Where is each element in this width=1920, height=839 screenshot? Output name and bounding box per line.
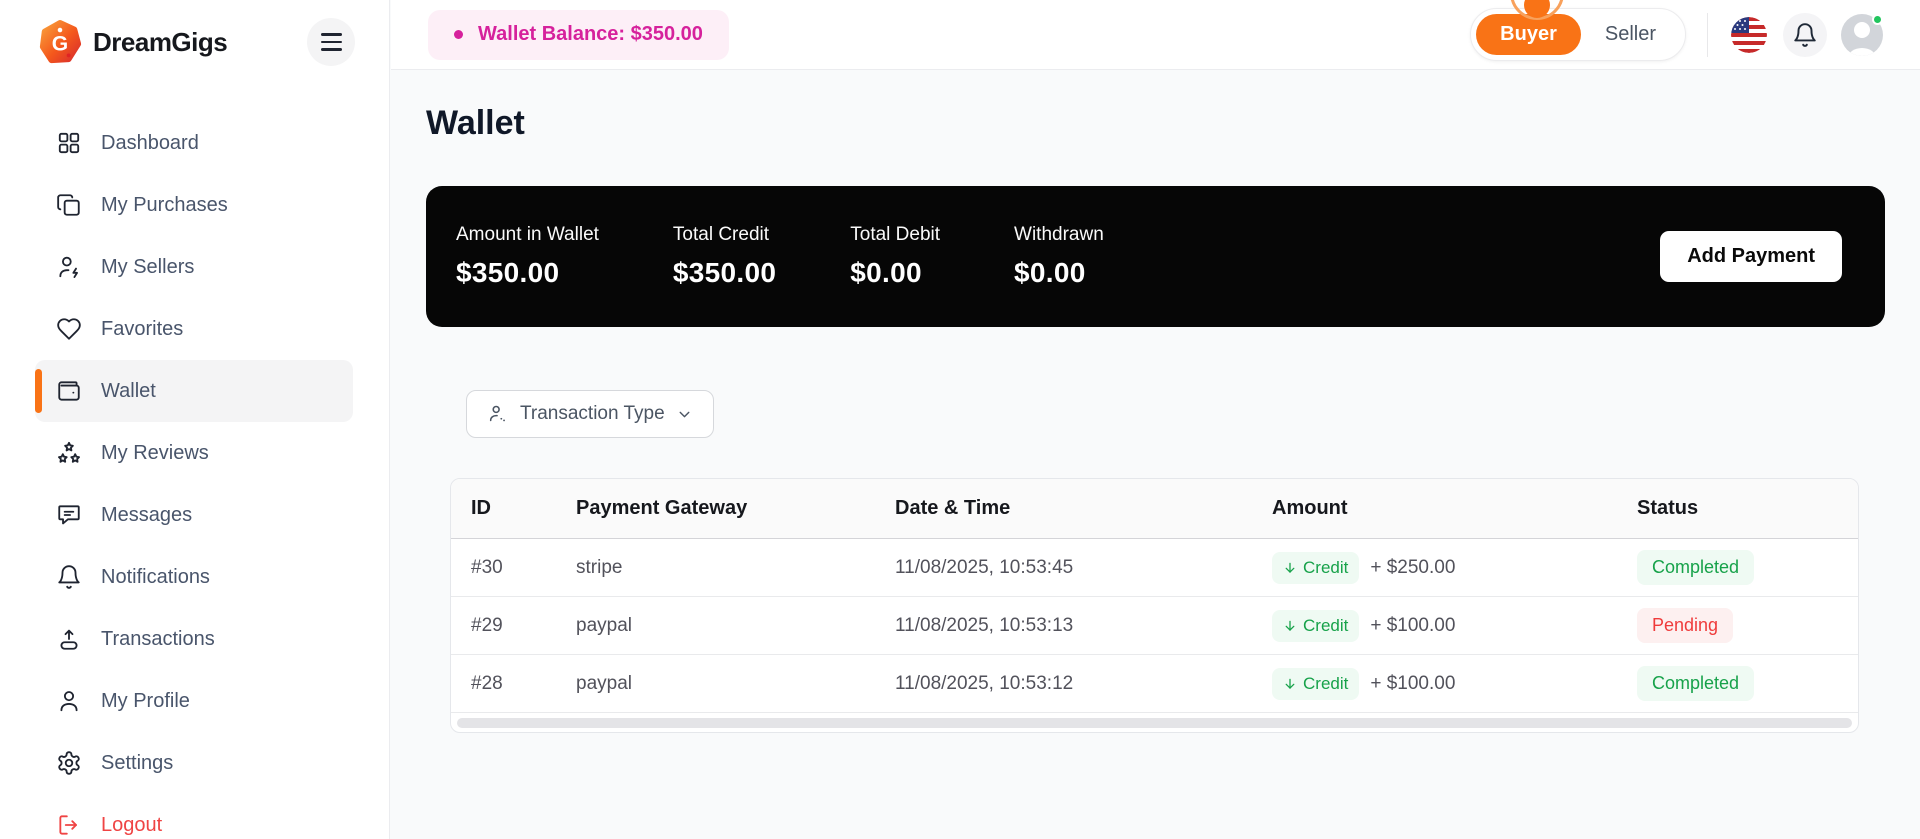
column-header-id: ID — [471, 497, 491, 519]
arrow-down-icon — [1285, 620, 1295, 631]
sidebar-item-dashboard[interactable]: Dashboard — [35, 112, 353, 174]
wallet-stat: Amount in Wallet $350.00 — [456, 224, 599, 288]
sidebar-logo-row: G DreamGigs — [0, 0, 389, 84]
seller-button[interactable]: Seller — [1581, 14, 1680, 55]
sidebar: G DreamGigs Dashboard My Purchases My Se… — [0, 0, 390, 839]
header-right-cluster: Buyer Seller — [1470, 0, 1883, 61]
cell-datetime: 11/08/2025, 10:53:13 — [895, 614, 1074, 636]
filter-label: Transaction Type — [520, 403, 665, 424]
credit-badge: Credit — [1272, 551, 1360, 584]
header-divider — [1707, 12, 1708, 57]
dashboard-grid-icon — [56, 130, 82, 156]
gear-icon — [56, 750, 82, 776]
main-content: Wallet Amount in Wallet $350.00 Total Cr… — [391, 70, 1920, 839]
cell-gateway: paypal — [576, 614, 632, 636]
wallet-stat: Withdrawn $0.00 — [1014, 224, 1104, 288]
table-row: #30 stripe 11/08/2025, 10:53:45 Credit +… — [451, 539, 1858, 597]
table-body: #30 stripe 11/08/2025, 10:53:45 Credit +… — [451, 539, 1858, 713]
column-header-status: Status — [1637, 497, 1699, 519]
user-avatar[interactable] — [1841, 13, 1883, 56]
us-flag-icon[interactable] — [1731, 16, 1767, 53]
stats-row: Amount in Wallet $350.00 Total Credit $3… — [456, 224, 1104, 289]
review-stars-icon — [56, 440, 82, 466]
hamburger-menu-icon[interactable] — [307, 18, 355, 66]
wallet-stat: Total Debit $0.00 — [850, 224, 941, 288]
pink-dot-icon — [454, 30, 463, 39]
sidebar-item-transactions[interactable]: Transactions — [35, 608, 353, 670]
brand-name: DreamGigs — [93, 26, 228, 57]
sidebar-item-favorites[interactable]: Favorites — [35, 298, 353, 360]
buyer-button[interactable]: Buyer — [1476, 14, 1581, 55]
sidebar-item-notifications[interactable]: Notifications — [35, 546, 353, 608]
sidebar-item-wallet[interactable]: Wallet — [35, 360, 353, 422]
cell-amount: Credit + $100.00 — [1272, 667, 1637, 700]
column-header-amount: Amount — [1272, 497, 1348, 519]
table-row: #29 paypal 11/08/2025, 10:53:13 Credit +… — [451, 597, 1858, 655]
credit-badge: Credit — [1272, 667, 1360, 700]
table-header-row: ID Payment Gateway Date & Time Amount St… — [451, 479, 1858, 539]
status-badge: Completed — [1637, 550, 1755, 585]
status-badge: Pending — [1637, 608, 1734, 643]
sidebar-nav: Dashboard My Purchases My Sellers Favori… — [0, 112, 389, 839]
cell-status: Pending — [1637, 608, 1858, 643]
bell-icon — [56, 564, 82, 590]
sidebar-item-my-reviews[interactable]: My Reviews — [35, 422, 353, 484]
wallet-stat: Total Credit $350.00 — [672, 224, 777, 288]
top-header: Wallet Balance: $350.00 Buyer Seller — [391, 0, 1920, 70]
sidebar-item-logout[interactable]: Logout — [35, 794, 353, 839]
cell-status: Completed — [1637, 666, 1858, 701]
credit-badge: Credit — [1272, 609, 1360, 642]
chevron-down-icon — [676, 406, 693, 423]
wallet-balance-pill: Wallet Balance: $350.00 — [428, 9, 729, 60]
online-status-dot — [1872, 13, 1883, 25]
seller-user-bolt-icon — [56, 254, 82, 280]
wallet-stats-card: Amount in Wallet $350.00 Total Credit $3… — [426, 186, 1885, 327]
wallet-icon — [56, 378, 82, 404]
arrow-down-icon — [1285, 678, 1295, 689]
horizontal-scrollbar-track — [451, 713, 1858, 732]
sidebar-item-settings[interactable]: Settings — [35, 732, 353, 794]
status-badge: Completed — [1637, 666, 1755, 701]
cell-gateway: paypal — [576, 672, 632, 694]
arrow-down-icon — [1285, 562, 1295, 573]
sidebar-item-my-profile[interactable]: My Profile — [35, 670, 353, 732]
wallet-balance-text: Wallet Balance: $350.00 — [478, 23, 703, 45]
app-root: G DreamGigs Dashboard My Purchases My Se… — [0, 0, 1920, 839]
cell-datetime: 11/08/2025, 10:53:12 — [895, 672, 1074, 694]
role-toggle: Buyer Seller — [1470, 8, 1686, 61]
cell-amount: Credit + $250.00 — [1272, 551, 1637, 584]
purchases-copy-icon — [56, 192, 82, 218]
sidebar-item-messages[interactable]: Messages — [35, 484, 353, 546]
transaction-type-filter[interactable]: Transaction Type — [466, 390, 714, 438]
horizontal-scrollbar-thumb[interactable] — [457, 717, 1852, 728]
chat-bubble-icon — [56, 502, 82, 528]
table-row: #28 paypal 11/08/2025, 10:53:12 Credit +… — [451, 655, 1858, 713]
cell-amount: Credit + $100.00 — [1272, 609, 1637, 642]
cell-id: #29 — [471, 614, 503, 636]
user-icon — [56, 688, 82, 714]
cell-id: #30 — [471, 556, 503, 578]
sidebar-item-my-purchases[interactable]: My Purchases — [35, 174, 353, 236]
cell-id: #28 — [471, 672, 503, 694]
role-toggle-wrap: Buyer Seller — [1470, 0, 1686, 61]
user-filter-icon — [487, 403, 509, 425]
transactions-table: ID Payment Gateway Date & Time Amount St… — [450, 478, 1859, 733]
column-header-datetime: Date & Time — [895, 497, 1011, 519]
sidebar-item-my-sellers[interactable]: My Sellers — [35, 236, 353, 298]
transactions-upload-icon — [56, 626, 82, 652]
logout-door-icon — [56, 812, 82, 838]
add-payment-button[interactable]: Add Payment — [1660, 231, 1842, 282]
heart-icon — [56, 316, 82, 342]
bell-icon[interactable] — [1783, 12, 1827, 57]
column-header-gateway: Payment Gateway — [576, 497, 748, 519]
cell-status: Completed — [1637, 550, 1858, 585]
dreamgigs-logo-icon[interactable]: G — [37, 19, 83, 65]
cell-gateway: stripe — [576, 556, 623, 578]
svg-text:G: G — [52, 33, 68, 56]
page-title: Wallet — [426, 104, 525, 142]
cell-datetime: 11/08/2025, 10:53:45 — [895, 556, 1074, 578]
active-indicator — [35, 369, 42, 413]
